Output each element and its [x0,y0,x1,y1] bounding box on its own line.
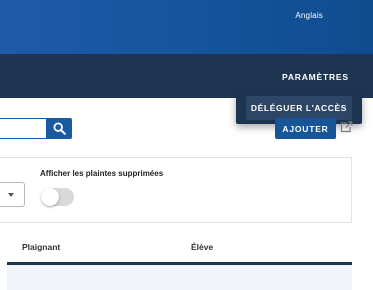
search-icon [53,122,66,135]
search-input[interactable] [0,118,47,139]
nav-item-settings[interactable]: PARAMÈTRES [282,72,349,82]
top-header-bar: Anglais [0,0,373,54]
column-header-complainant[interactable]: Plaignant [22,242,60,252]
export-icon[interactable] [339,120,353,134]
search-button[interactable] [47,118,72,139]
toggle-knob [41,188,59,206]
language-switch[interactable]: Anglais [295,11,323,20]
show-deleted-toggle[interactable] [41,188,74,206]
add-button[interactable]: AJOUTER [275,118,336,139]
show-deleted-label: Afficher les plaintes supprimées [40,169,164,178]
column-header-student[interactable]: Élève [191,242,213,252]
chevron-down-icon [8,193,14,197]
table-row[interactable] [7,265,352,290]
table-header: Plaignant Élève [0,233,352,262]
filter-select[interactable] [0,182,25,207]
menu-item-delegate-access[interactable]: DÉLÉGUER L'ACCÈS [246,96,352,120]
